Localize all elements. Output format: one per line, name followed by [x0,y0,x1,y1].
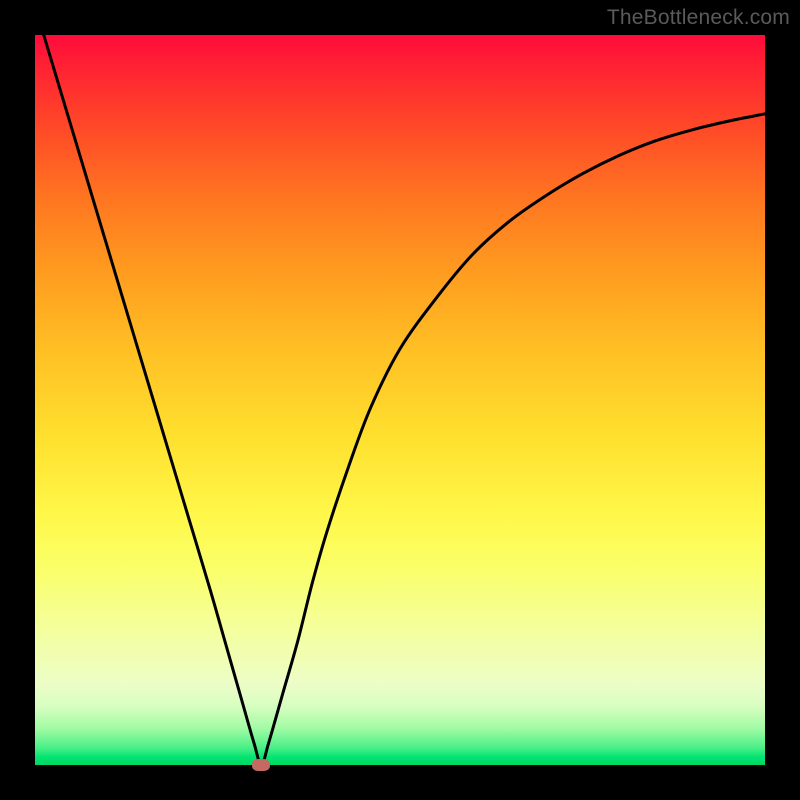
watermark-text: TheBottleneck.com [607,6,790,30]
plot-area [35,35,765,765]
chart-frame: TheBottleneck.com [0,0,800,800]
curve-svg [35,35,765,765]
bottleneck-curve [35,6,765,765]
minimum-marker [252,759,270,771]
